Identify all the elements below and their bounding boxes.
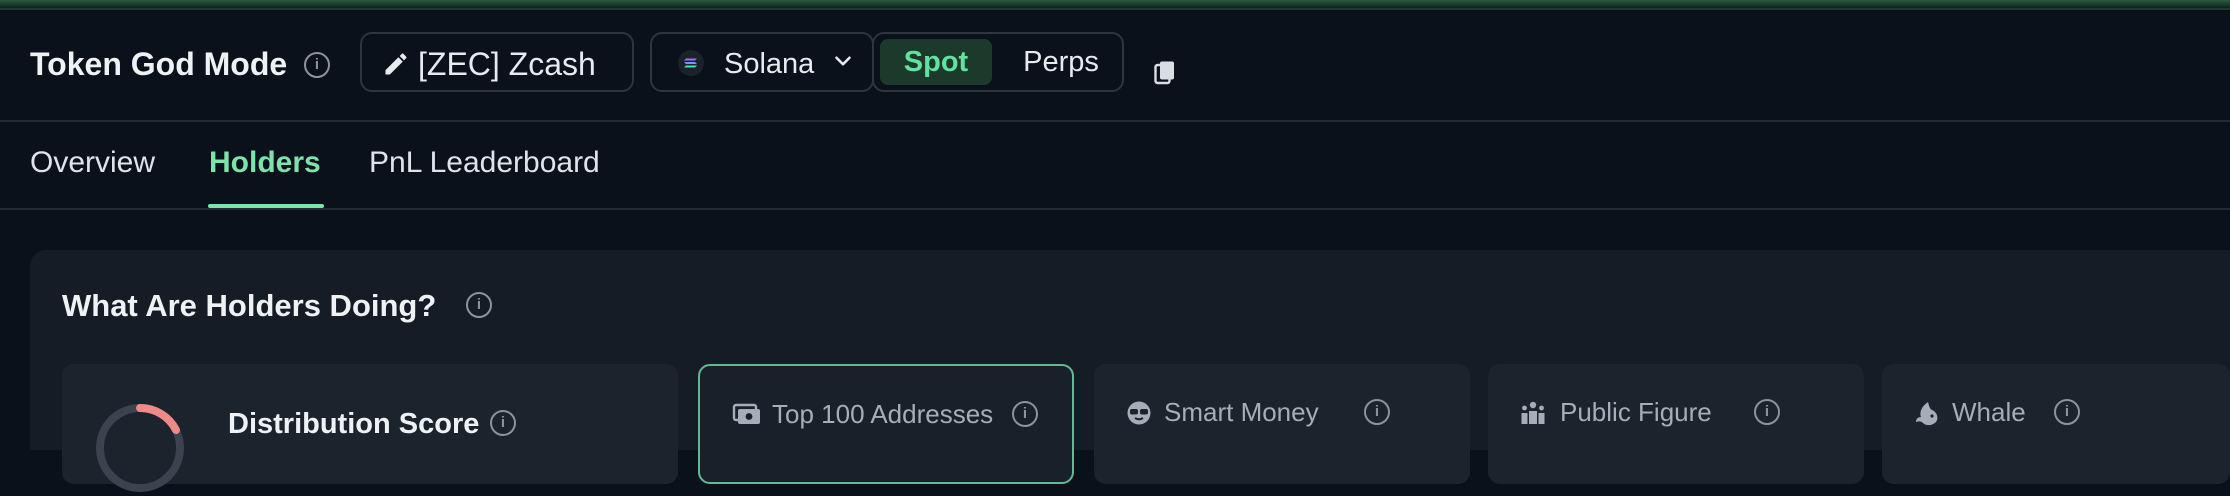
spot-tab[interactable]: Spot — [880, 39, 992, 85]
whale-card[interactable]: Whale i — [1882, 364, 2230, 484]
copy-icon[interactable] — [1154, 60, 1176, 86]
card-label: Smart Money — [1164, 397, 1319, 427]
card-label: Whale — [1952, 397, 2026, 427]
token-label: [ZEC] Zcash — [418, 46, 596, 82]
active-tab-indicator — [208, 204, 324, 208]
chain-label: Solana — [724, 48, 815, 80]
token-selector-button[interactable]: [ZEC] Zcash — [360, 32, 634, 92]
smart-money-card[interactable]: Smart Money i — [1094, 364, 1470, 484]
title-info-icon[interactable]: i — [304, 52, 330, 78]
market-type-toggle: Spot Perps — [872, 32, 1124, 92]
tab-overview[interactable]: Overview — [30, 146, 155, 180]
perps-tab[interactable]: Perps — [1002, 39, 1120, 85]
card-label: Public Figure — [1560, 397, 1712, 427]
top-accent-bar — [0, 0, 2230, 10]
card-info-icon[interactable]: i — [1754, 399, 1780, 425]
solana-logo-icon — [678, 50, 704, 76]
tab-holders[interactable]: Holders — [209, 146, 321, 180]
sunglasses-icon — [1127, 401, 1151, 425]
header-bar: Token God Mode i [ZEC] Zcash Solana Spot… — [0, 10, 2230, 122]
card-info-icon[interactable]: i — [1364, 399, 1390, 425]
podium-icon — [1521, 401, 1545, 424]
panel-info-icon[interactable]: i — [466, 292, 492, 318]
holders-panel: What Are Holders Doing? i Distribution S… — [30, 250, 2230, 492]
distribution-gauge-icon — [96, 403, 184, 492]
chain-selector-dropdown[interactable]: Solana — [650, 32, 874, 92]
pencil-icon — [385, 53, 407, 75]
distribution-score-card[interactable]: Distribution Score i — [62, 364, 678, 492]
card-info-icon[interactable]: i — [2054, 399, 2080, 425]
distribution-score-label: Distribution Score — [228, 408, 480, 440]
page-title: Token God Mode — [30, 46, 288, 82]
distribution-info-icon[interactable]: i — [490, 410, 516, 436]
card-label: Top 100 Addresses — [772, 399, 994, 429]
panel-title: What Are Holders Doing? — [62, 288, 437, 323]
tab-pnl-leaderboard[interactable]: PnL Leaderboard — [369, 146, 600, 180]
card-info-icon[interactable]: i — [1012, 401, 1038, 427]
chevron-down-icon — [835, 56, 851, 66]
top-100-addresses-card[interactable]: Top 100 Addresses i — [698, 364, 1074, 484]
public-figure-card[interactable]: Public Figure i — [1488, 364, 1864, 484]
tab-bar: Overview Holders PnL Leaderboard — [0, 120, 2230, 210]
money-icon — [732, 403, 760, 424]
whale-icon — [1916, 402, 1938, 426]
